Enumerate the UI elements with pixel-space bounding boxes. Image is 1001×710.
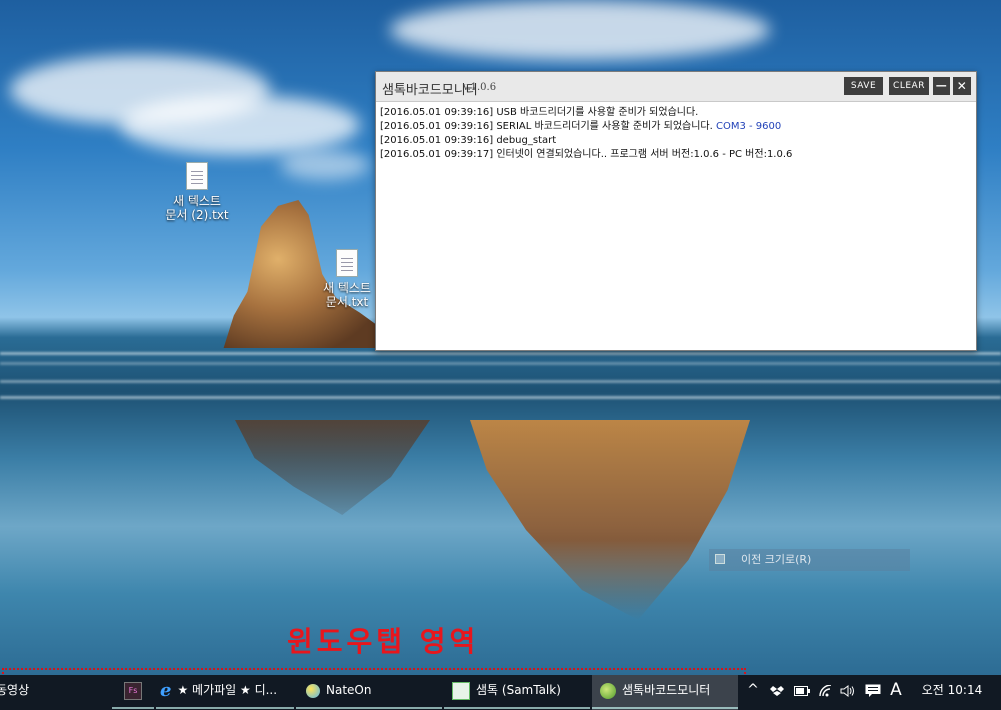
- speaker-icon[interactable]: [838, 675, 858, 710]
- taskbar-item-label: 동영상: [0, 683, 30, 697]
- taskbar-item-video[interactable]: 동영상: [0, 675, 110, 710]
- rock-reflection: [235, 420, 430, 515]
- window-titlebar[interactable]: 샘톡바코드모니터 v.1.0.6 SAVE CLEAR — ✕: [376, 72, 976, 102]
- save-button[interactable]: SAVE: [844, 77, 883, 95]
- wave: [0, 380, 1001, 383]
- wifi-icon[interactable]: [816, 675, 836, 710]
- show-hidden-icons-chevron-icon[interactable]: ^: [744, 675, 762, 710]
- window-restore-icon: [715, 554, 725, 564]
- desktop-file-label: 새 텍스트: [323, 281, 371, 295]
- annotation-label: 윈도우탭 영역: [287, 625, 480, 658]
- barcode-monitor-icon: [600, 682, 616, 699]
- taskbar-running-indicator: [444, 707, 590, 709]
- cloud: [280, 150, 370, 180]
- fs-app-icon: Fs: [124, 681, 142, 700]
- log-text: [2016.05.01 09:39:16] SERIAL 바코드리더기를 사용할…: [380, 121, 716, 132]
- taskbar-item-label: 샘톡바코드모니터: [622, 683, 711, 697]
- taskbar-running-indicator: [592, 707, 738, 709]
- undo-size-label: 이전 크기로(R): [741, 553, 812, 566]
- log-text: [2016.05.01 09:39:16] debug_start: [380, 135, 557, 146]
- desktop-file-label: 새 텍스트: [173, 194, 221, 208]
- barcode-monitor-window: 샘톡바코드모니터 v.1.0.6 SAVE CLEAR — ✕ [2016.05…: [375, 71, 977, 351]
- log-line: [2016.05.01 09:39:16] SERIAL 바코드리더기를 사용할…: [380, 120, 972, 134]
- window-version: v.1.0.6: [463, 82, 497, 93]
- wave: [0, 352, 1001, 355]
- taskbar: 동영상 Fs e ★ 메가파일 ★ 디... NateOn 샘톡 (SamTalk…: [0, 675, 1001, 710]
- desktop-file-icon[interactable]: 새 텍스트 문서.txt: [312, 249, 382, 309]
- taskbar-running-indicator: [112, 707, 154, 709]
- dropbox-icon[interactable]: [768, 675, 786, 710]
- internet-explorer-icon: e: [160, 679, 172, 701]
- taskbar-running-indicator: [156, 707, 294, 709]
- desktop-file-label: 문서.txt: [325, 295, 369, 309]
- taskbar-item-barcode-monitor[interactable]: 샘톡바코드모니터: [592, 675, 738, 710]
- taskbar-item-samtalk[interactable]: 샘톡 (SamTalk): [444, 675, 590, 710]
- serial-port-value: COM3 - 9600: [715, 121, 782, 132]
- log-line: [2016.05.01 09:39:17] 인터넷이 연결되었습니다.. 프로그…: [380, 148, 972, 162]
- wave: [0, 396, 1001, 399]
- taskbar-item-fs[interactable]: Fs: [112, 675, 154, 710]
- nateon-icon: [306, 683, 320, 698]
- text-file-icon: [186, 162, 208, 190]
- cloud: [390, 0, 770, 60]
- taskbar-item-nateon[interactable]: NateOn: [296, 675, 442, 710]
- taskbar-item-label: 샘톡 (SamTalk): [476, 683, 561, 697]
- desktop-file-label: 문서 (2).txt: [165, 208, 229, 222]
- samtalk-icon: [452, 681, 470, 700]
- minimize-button[interactable]: —: [933, 77, 950, 95]
- taskbar-item-label: ★ 메가파일 ★ 디...: [177, 683, 278, 697]
- taskbar-running-indicator: [296, 707, 442, 709]
- taskbar-item-megafile[interactable]: e ★ 메가파일 ★ 디...: [156, 675, 294, 710]
- log-text: [2016.05.01 09:39:16] USB 바코드리더기를 사용할 준비…: [380, 107, 699, 118]
- taskbar-item-label: NateOn: [326, 683, 372, 697]
- desktop-file-icon[interactable]: 새 텍스트 문서 (2).txt: [162, 162, 232, 222]
- clock[interactable]: 오전 10:14: [914, 675, 990, 710]
- ime-indicator[interactable]: A: [886, 675, 906, 710]
- text-file-icon: [336, 249, 358, 277]
- rock-reflection: [470, 420, 750, 620]
- log-area[interactable]: [2016.05.01 09:39:16] USB 바코드리더기를 사용할 준비…: [376, 102, 976, 166]
- close-button[interactable]: ✕: [953, 77, 971, 95]
- undo-size-button[interactable]: 이전 크기로(R): [709, 549, 910, 571]
- battery-icon[interactable]: [792, 675, 812, 710]
- log-line: [2016.05.01 09:39:16] USB 바코드리더기를 사용할 준비…: [380, 106, 972, 120]
- action-center-icon[interactable]: [862, 675, 884, 710]
- log-line: [2016.05.01 09:39:16] debug_start: [380, 134, 972, 148]
- cloud: [120, 95, 360, 155]
- wave: [0, 362, 1001, 365]
- log-text: [2016.05.01 09:39:17] 인터넷이 연결되었습니다.. 프로그…: [380, 149, 793, 160]
- clear-button[interactable]: CLEAR: [889, 77, 929, 95]
